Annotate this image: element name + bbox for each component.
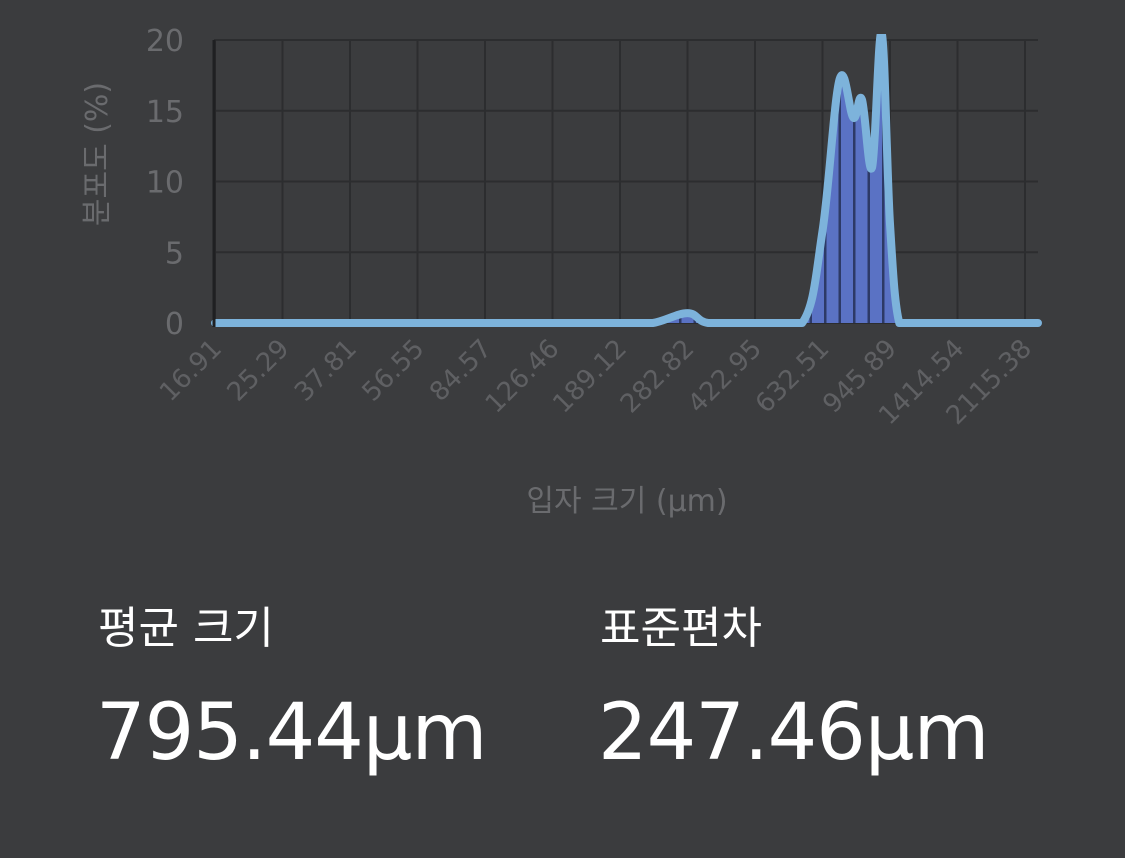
x-tick-label: 37.81 [289,334,363,408]
particle-size-distribution-chart: 0510152016.9125.2937.8156.5584.57126.461… [80,24,1042,519]
x-tick-label: 189.12 [547,334,633,420]
y-tick-label: 10 [146,166,184,201]
x-tick-label: 16.91 [154,334,228,408]
y-tick-label: 5 [165,236,184,271]
chart-axes: 0510152016.9125.2937.8156.5584.57126.461… [146,24,1038,431]
std-dev-value: 247.46μm [598,688,990,778]
distribution-fill [214,34,1038,324]
x-tick-label: 422.95 [682,334,768,420]
std-dev-label: 표준편차 [600,603,762,654]
y-tick-label: 20 [146,24,184,59]
y-axis-title: 분포도 (%) [80,82,115,226]
y-tick-label: 15 [146,95,184,130]
distribution-line [211,34,1042,328]
x-tick-label: 282.82 [615,334,701,420]
distribution-area [214,34,1038,324]
mean-size-label: 평균 크기 [98,603,274,654]
x-tick-label: 56.55 [357,334,431,408]
x-tick-label: 25.29 [222,334,296,408]
x-axis-title: 입자 크기 (μm) [526,484,727,519]
x-tick-label: 126.46 [480,334,566,420]
y-tick-label: 0 [165,307,184,342]
mean-size-value: 795.44μm [96,688,488,778]
chart-grid [214,39,1038,324]
x-tick-label: 632.51 [750,334,836,420]
distribution-line-layer [211,34,1042,328]
